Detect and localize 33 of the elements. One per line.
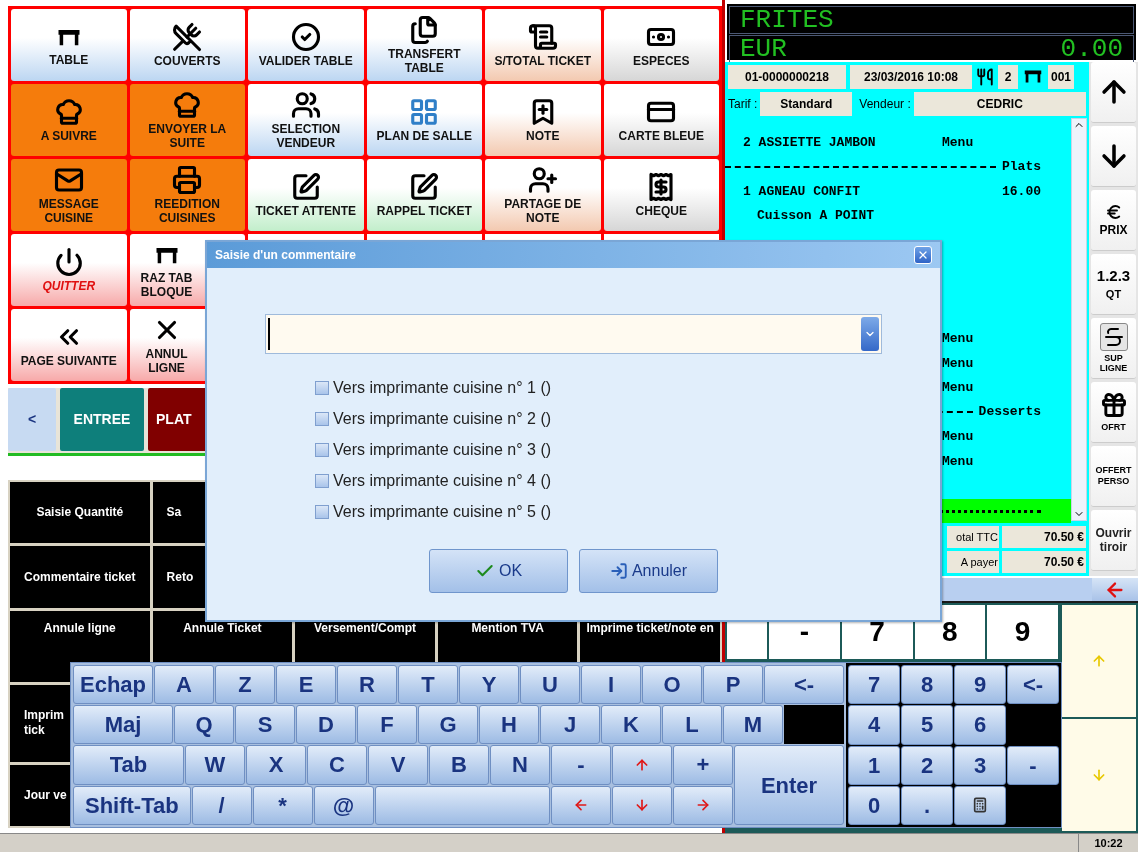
total-value: 70.50 € (1002, 526, 1086, 548)
section-label: Plats (1002, 158, 1041, 176)
menu-tag: Menu (942, 331, 974, 347)
vendeur-label: Vendeur : (859, 96, 911, 113)
menu-tag: Menu (942, 429, 974, 445)
covers-count: 2 (998, 65, 1018, 89)
checkbox-label: Vers imprimante cuisine n° 5 () (333, 501, 552, 522)
tarif-label: Tarif : (728, 96, 758, 113)
display-product: FRITES (740, 7, 834, 33)
ticket-number: 01-0000000218 (728, 65, 846, 89)
total-label: otal TTC (947, 526, 999, 548)
menu-tag: Menu (942, 380, 974, 396)
menu-tag: Menu (942, 453, 974, 469)
ticket-line-text: 1 AGNEAU CONFIT (743, 184, 861, 200)
ticket-datetime: 23/03/2016 10:08 (850, 65, 972, 89)
clock: 10:22 (1078, 834, 1138, 852)
menu-tag: Menu (942, 135, 974, 151)
table-number: 001 (1048, 65, 1074, 89)
vendeur-value: CEDRIC (913, 92, 1086, 116)
menu-tag: Menu (942, 355, 974, 371)
checkbox-label: Vers imprimante cuisine n° 2 () (333, 408, 552, 429)
ticket-line-text: Cuisson A POINT (757, 207, 875, 225)
total-label: A payer (947, 551, 999, 573)
total-value: 70.50 € (1002, 551, 1086, 573)
line-price: 16.00 (1002, 184, 1041, 200)
display-amount: 0.00 (1060, 36, 1123, 62)
display-currency: EUR (740, 36, 787, 62)
checkbox-label: Vers imprimante cuisine n° 3 () (333, 439, 552, 460)
section-label: Desserts (978, 403, 1041, 421)
checkbox-label: Vers imprimante cuisine n° 1 () (333, 377, 552, 398)
checkbox-label: Vers imprimante cuisine n° 4 () (333, 470, 552, 491)
tarif-value: Standard (760, 92, 853, 116)
ticket-line-text: 2 ASSIETTE JAMBON (743, 135, 876, 151)
